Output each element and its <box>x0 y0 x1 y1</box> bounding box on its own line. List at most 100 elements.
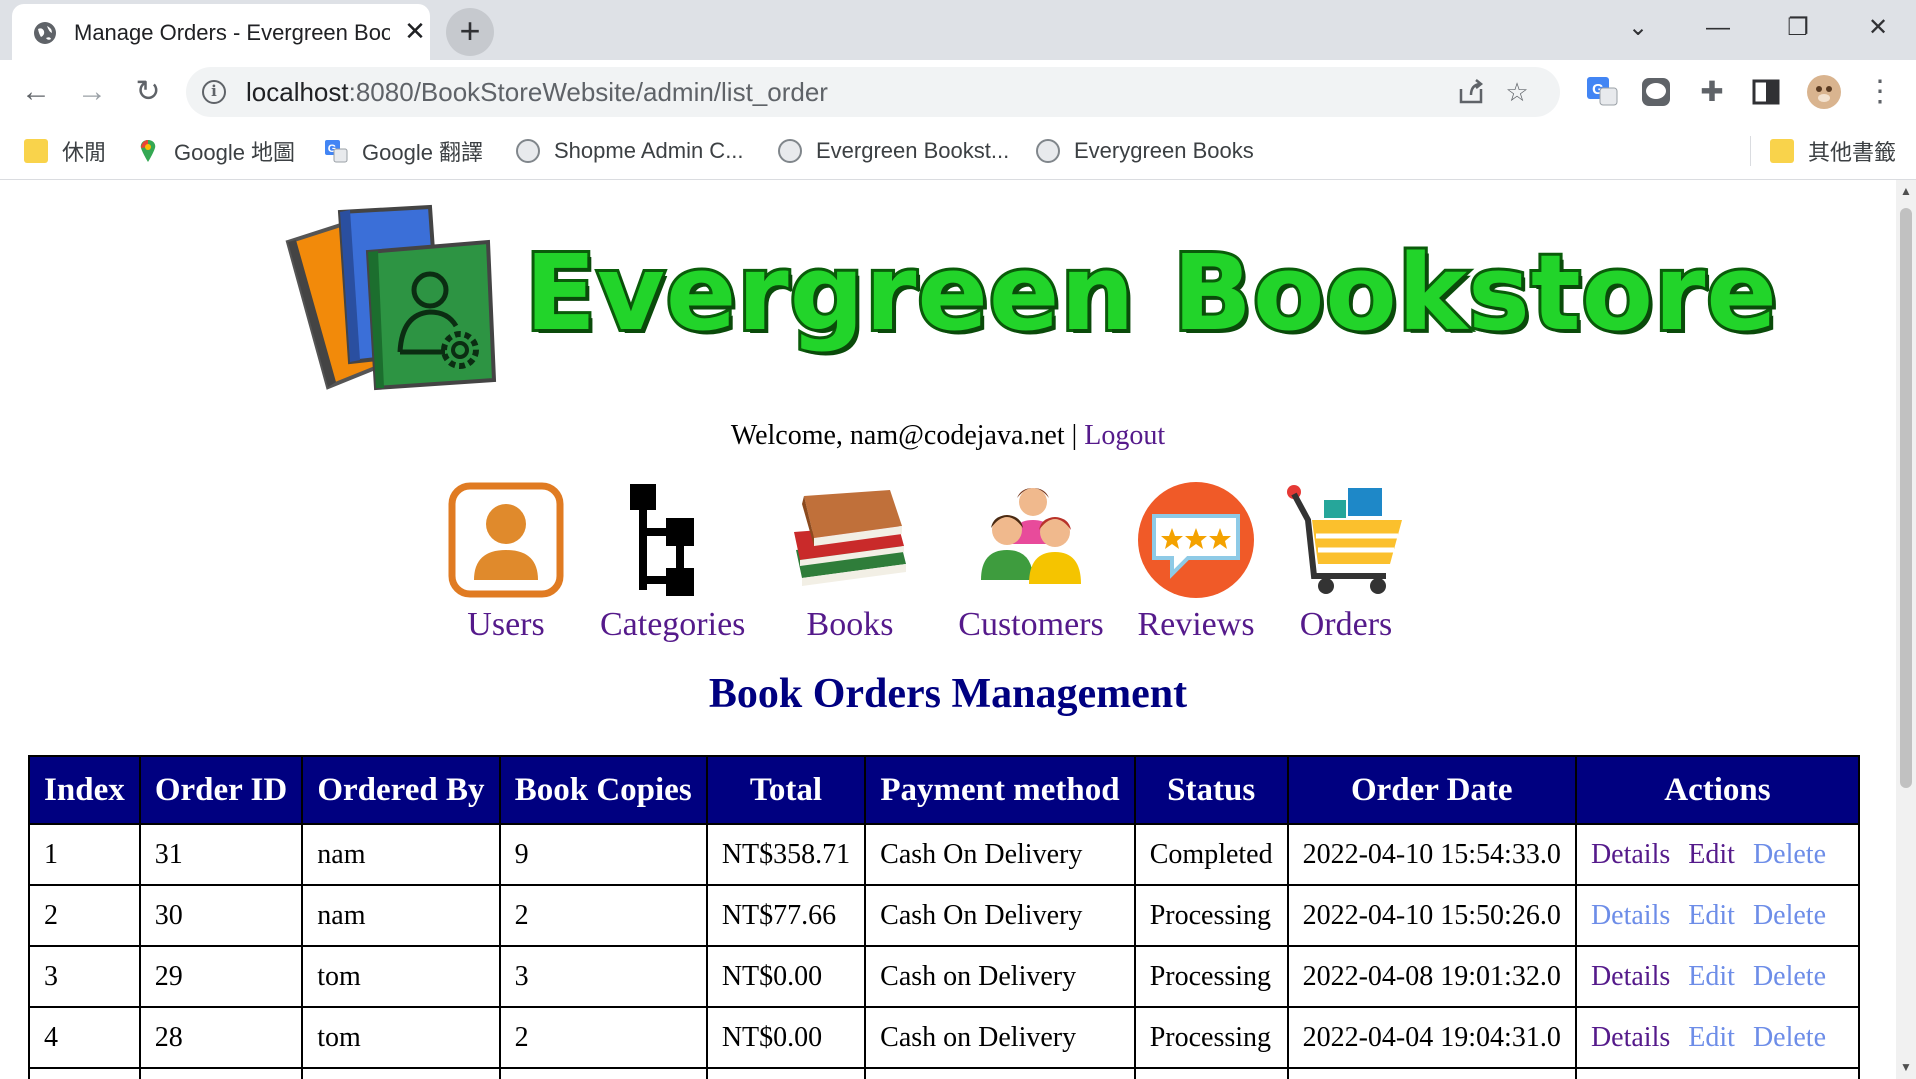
table-header-row: Index Order ID Ordered By Book Copies To… <box>28 755 1861 825</box>
page-scrollbar[interactable]: ▲ ▼ <box>1896 180 1916 1079</box>
restore-icon[interactable]: ❐ <box>1776 8 1820 48</box>
site-logo[interactable]: Evergreen Bookstore <box>280 202 1780 392</box>
line-extension-icon[interactable] <box>1638 74 1674 110</box>
bookmark-label: Evergreen Bookst... <box>816 138 1010 163</box>
menu-label: Customers <box>958 606 1104 643</box>
menu-item-customers[interactable]: Customers <box>956 480 1106 643</box>
cell-total <box>705 1067 867 1079</box>
menu-item-orders[interactable]: Orders <box>1286 480 1406 643</box>
side-panel-icon[interactable] <box>1748 74 1784 110</box>
cell-ordered-by <box>301 1067 501 1079</box>
delete-link[interactable]: Delete <box>1753 839 1826 870</box>
details-link[interactable]: Details <box>1591 1022 1670 1053</box>
details-link[interactable]: Details <box>1591 900 1670 931</box>
scrollbar-thumb[interactable] <box>1900 208 1912 788</box>
bookmark-google-maps[interactable]: Google 地圖 <box>136 134 295 168</box>
cell-status <box>1133 1067 1289 1079</box>
cell-order-date: 2022-04-10 15:54:33.0 <box>1286 823 1577 886</box>
details-link[interactable]: Details <box>1591 961 1670 992</box>
maps-icon <box>140 140 156 162</box>
menu-item-categories[interactable]: Categories <box>600 480 745 643</box>
edit-link[interactable]: Edit <box>1688 961 1735 992</box>
menu-item-users[interactable]: Users <box>446 480 566 643</box>
categories-icon <box>630 484 694 596</box>
bookmark-google-translate[interactable]: G Google 翻譯 <box>324 134 483 168</box>
delete-link[interactable]: Delete <box>1753 1022 1826 1053</box>
books-admin-logo-icon <box>285 204 497 391</box>
site-info-icon[interactable]: i <box>202 80 226 104</box>
bookmark-evergreen-bookstore[interactable]: Evergreen Bookst... <box>778 134 1009 168</box>
books-icon <box>794 490 906 586</box>
bookmark-label: 休閒 <box>62 140 107 165</box>
edit-link[interactable]: Edit <box>1688 900 1735 931</box>
cell-ordered-by: tom <box>301 945 501 1008</box>
scroll-up-arrow-icon[interactable]: ▲ <box>1896 184 1916 198</box>
bookmark-other-folder[interactable]: 其他書籤 <box>1770 134 1896 168</box>
bookmark-folder-leisure[interactable]: 休閒 <box>24 134 106 168</box>
cell-actions: Details Edit Delete <box>1574 1006 1861 1069</box>
cell-total: NT$77.66 <box>705 884 867 947</box>
minimize-icon[interactable]: — <box>1696 8 1740 48</box>
cell-actions: Details Edit Delete <box>1574 945 1861 1008</box>
menu-label: Orders <box>1299 606 1393 643</box>
table-row: 1 31 nam 9 NT$358.71 Cash On Delivery Co… <box>28 823 1861 886</box>
tab-search-icon[interactable]: ⌄ <box>1616 8 1660 48</box>
column-header-payment-method: Payment method <box>864 755 1136 825</box>
browser-tab-active[interactable]: Manage Orders - Evergreen Bookstore Admi… <box>12 4 430 60</box>
back-arrow-icon[interactable]: ← <box>14 70 58 114</box>
cell-book-copies: 9 <box>498 823 708 886</box>
cell-status: Processing <box>1133 884 1289 947</box>
edit-link[interactable]: Edit <box>1688 1022 1735 1053</box>
column-header-total: Total <box>705 755 867 825</box>
logo-text: Evergreen Bookstore <box>522 229 1780 357</box>
tab-close-icon[interactable]: ✕ <box>400 16 430 46</box>
bookmark-shopme-admin[interactable]: Shopme Admin C... <box>516 134 744 168</box>
menu-item-books[interactable]: Books <box>790 480 910 643</box>
cell-index: 4 <box>28 1006 141 1069</box>
cell-payment-method: Cash On Delivery <box>864 823 1136 886</box>
logout-link[interactable]: Logout <box>1084 420 1165 451</box>
new-tab-button[interactable]: + <box>446 8 494 56</box>
translate-icon: G <box>325 140 348 163</box>
globe-icon <box>34 22 56 44</box>
cell-order-date: 2022-04-08 19:01:32.0 <box>1286 945 1577 1008</box>
column-header-book-copies: Book Copies <box>498 755 708 825</box>
globe-icon <box>516 139 540 163</box>
delete-link[interactable]: Delete <box>1753 900 1826 931</box>
close-window-icon[interactable]: ✕ <box>1856 8 1900 48</box>
profile-avatar[interactable] <box>1806 74 1842 110</box>
cell-order-id: 29 <box>138 945 304 1008</box>
cell-order-id: 30 <box>138 884 304 947</box>
cell-status: Processing <box>1133 945 1289 1008</box>
extensions-puzzle-icon[interactable]: ✚ <box>1694 74 1730 110</box>
cell-order-date <box>1286 1067 1577 1079</box>
bookmark-star-icon[interactable]: ☆ <box>1502 77 1532 107</box>
cell-book-copies <box>498 1067 708 1079</box>
forward-arrow-icon[interactable]: → <box>70 70 114 114</box>
page-title: Book Orders Management <box>708 671 1188 717</box>
cell-total: NT$0.00 <box>705 945 867 1008</box>
edit-link[interactable]: Edit <box>1688 839 1735 870</box>
orders-table: Index Order ID Ordered By Book Copies To… <box>28 755 1861 1079</box>
cell-actions: Details Edit Delete <box>1574 823 1861 886</box>
details-link[interactable]: Details <box>1591 839 1670 870</box>
scroll-down-arrow-icon[interactable]: ▼ <box>1896 1060 1916 1074</box>
cell-order-date: 2022-04-10 15:50:26.0 <box>1286 884 1577 947</box>
url-host: localhost <box>246 77 349 107</box>
cell-book-copies: 2 <box>498 884 708 947</box>
cell-order-id: 31 <box>138 823 304 886</box>
cell-status: Processing <box>1133 1006 1289 1069</box>
bookmark-everygreen-books[interactable]: Everygreen Books <box>1036 134 1254 168</box>
reload-icon[interactable]: ↻ <box>126 70 170 114</box>
bookmark-label: 其他書籤 <box>1808 140 1897 165</box>
orders-icon <box>1287 485 1402 594</box>
bookmark-label: Google 翻譯 <box>362 140 484 165</box>
menu-label: Users <box>467 606 545 643</box>
menu-item-reviews[interactable]: Reviews <box>1136 480 1256 643</box>
address-bar[interactable]: i localhost:8080/BookStoreWebsite/admin/… <box>186 67 1560 117</box>
cell-order-id: 28 <box>138 1006 304 1069</box>
browser-menu-icon[interactable]: ⋮ <box>1862 74 1898 110</box>
share-icon[interactable] <box>1456 77 1486 107</box>
delete-link[interactable]: Delete <box>1753 961 1826 992</box>
google-translate-extension-icon[interactable]: G <box>1584 74 1620 110</box>
